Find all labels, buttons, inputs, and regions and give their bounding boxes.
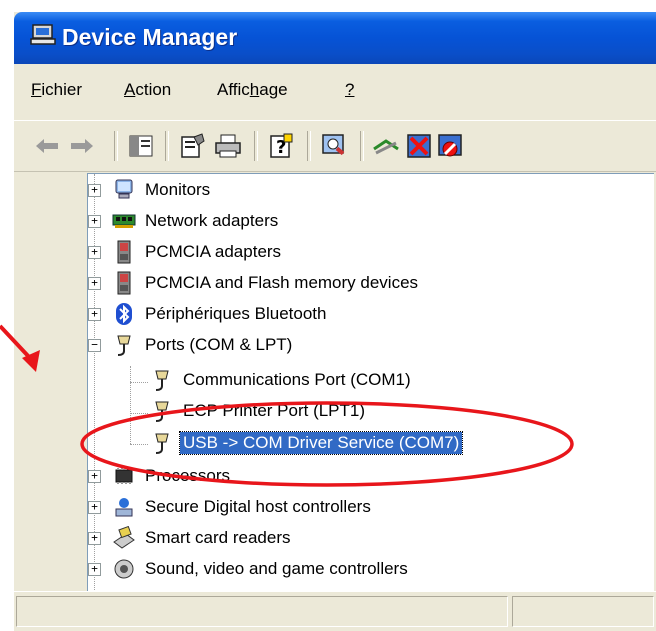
- tree-item-ports[interactable]: − Ports (COM & LPT): [88, 331, 295, 359]
- bluetooth-icon: [116, 303, 132, 325]
- menu-affichage[interactable]: Affichage: [217, 80, 288, 100]
- tree-item-sound[interactable]: + Sound, video and game controllers: [88, 555, 411, 583]
- print-icon[interactable]: [213, 131, 243, 161]
- show-hide-tree-icon[interactable]: [126, 131, 156, 161]
- toolbar: ?: [14, 120, 656, 172]
- expand-plus-icon[interactable]: +: [88, 562, 101, 576]
- expand-plus-icon[interactable]: +: [88, 245, 101, 259]
- toolbar-separator: [254, 131, 258, 161]
- device-tree[interactable]: + Monitors + Network adapters + PCMCIA a…: [87, 173, 654, 592]
- uninstall-device-icon[interactable]: [435, 131, 465, 161]
- smart-card-reader-icon: [113, 526, 135, 549]
- tree-line: [130, 444, 148, 445]
- expand-plus-icon[interactable]: +: [88, 531, 101, 545]
- pcmcia-card-icon: [117, 240, 131, 264]
- back-arrow-icon[interactable]: [32, 131, 62, 161]
- disable-device-icon[interactable]: [404, 131, 434, 161]
- expand-plus-icon[interactable]: +: [88, 307, 101, 321]
- sd-controller-icon: [115, 498, 133, 517]
- pcmcia-card-icon: [117, 271, 131, 295]
- tree-item-com7[interactable]: USB -> COM Driver Service (COM7): [150, 429, 464, 457]
- tree-item-monitors[interactable]: + Monitors: [88, 176, 213, 204]
- title-bar[interactable]: Device Manager: [14, 12, 656, 64]
- monitor-icon: [115, 179, 133, 199]
- forward-arrow-icon[interactable]: [67, 131, 97, 161]
- network-card-icon: [112, 214, 136, 228]
- port-connector-icon: [155, 401, 169, 422]
- left-panel: [14, 173, 87, 591]
- tree-item-smart-card[interactable]: + Smart card readers: [88, 524, 294, 552]
- properties-icon[interactable]: [178, 131, 208, 161]
- menu-action[interactable]: Action: [124, 80, 171, 100]
- expand-plus-icon[interactable]: +: [88, 183, 101, 197]
- tree-item-com1[interactable]: Communications Port (COM1): [150, 366, 414, 394]
- toolbar-separator: [114, 131, 118, 161]
- tree-item-network-adapters[interactable]: + Network adapters: [88, 207, 281, 235]
- processor-chip-icon: [115, 468, 133, 484]
- port-connector-icon: [155, 433, 169, 454]
- tree-item-processors[interactable]: + Processors: [88, 462, 233, 490]
- port-connector-icon: [117, 335, 131, 356]
- scan-hardware-icon[interactable]: [319, 131, 349, 161]
- menu-bar: Fichier Action Affichage ?: [14, 64, 656, 120]
- menu-fichier[interactable]: Fichier: [31, 80, 82, 100]
- toolbar-separator: [165, 131, 169, 161]
- computer-icon: [30, 24, 56, 45]
- status-bar: [14, 591, 656, 631]
- window-title: Device Manager: [62, 24, 238, 50]
- tree-item-bluetooth[interactable]: + Périphériques Bluetooth: [88, 300, 329, 328]
- expand-plus-icon[interactable]: +: [88, 214, 101, 228]
- port-connector-icon: [155, 370, 169, 391]
- expand-plus-icon[interactable]: +: [88, 276, 101, 290]
- tree-line: [130, 413, 148, 414]
- tree-item-pcmcia-flash[interactable]: + PCMCIA and Flash memory devices: [88, 269, 421, 297]
- tree-item-pcmcia-adapters[interactable]: + PCMCIA adapters: [88, 238, 284, 266]
- status-pane-main: [16, 596, 508, 627]
- expand-plus-icon[interactable]: +: [88, 469, 101, 483]
- tree-item-secure-digital[interactable]: + Secure Digital host controllers: [88, 493, 374, 521]
- status-pane-secondary: [512, 596, 654, 627]
- tree-item-lpt1[interactable]: ECP Printer Port (LPT1): [150, 397, 368, 425]
- speaker-icon: [114, 559, 134, 579]
- tree-line: [130, 382, 148, 383]
- toolbar-separator: [360, 131, 364, 161]
- help-icon[interactable]: ?: [266, 131, 296, 161]
- expand-plus-icon[interactable]: +: [88, 500, 101, 514]
- menu-help[interactable]: ?: [345, 80, 354, 100]
- device-manager-window: Device Manager Fichier Action Affichage …: [14, 12, 656, 631]
- collapse-minus-icon[interactable]: −: [88, 338, 101, 352]
- update-driver-icon[interactable]: [371, 131, 401, 161]
- tree-line: [130, 366, 131, 444]
- toolbar-separator: [307, 131, 311, 161]
